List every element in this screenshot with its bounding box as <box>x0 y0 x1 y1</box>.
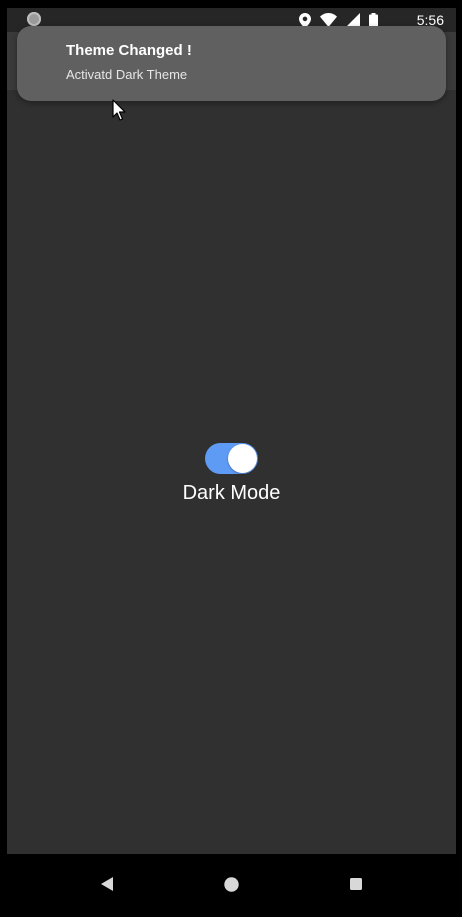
toggle-knob <box>228 444 257 473</box>
home-icon <box>223 876 239 892</box>
mouse-cursor-icon <box>112 99 126 121</box>
signal-icon <box>346 13 360 27</box>
device-frame: 5:56 Theme Changed ! Activatd Dark Theme… <box>0 0 462 917</box>
recents-button[interactable] <box>342 870 370 898</box>
camera-icon <box>27 12 41 26</box>
navigation-bar <box>0 854 462 917</box>
theme-changed-notification[interactable]: Theme Changed ! Activatd Dark Theme <box>17 26 446 101</box>
app-screen: 5:56 Theme Changed ! Activatd Dark Theme… <box>7 8 456 854</box>
notification-title: Theme Changed ! <box>66 42 192 59</box>
recents-icon <box>350 878 362 890</box>
wifi-icon <box>320 13 337 27</box>
dark-mode-label: Dark Mode <box>182 482 281 504</box>
dark-mode-toggle[interactable] <box>205 443 258 474</box>
home-button[interactable] <box>217 870 245 898</box>
back-button[interactable] <box>93 870 121 898</box>
back-icon <box>100 877 113 891</box>
notification-message: Activatd Dark Theme <box>66 67 188 82</box>
moon-icon <box>39 54 49 74</box>
